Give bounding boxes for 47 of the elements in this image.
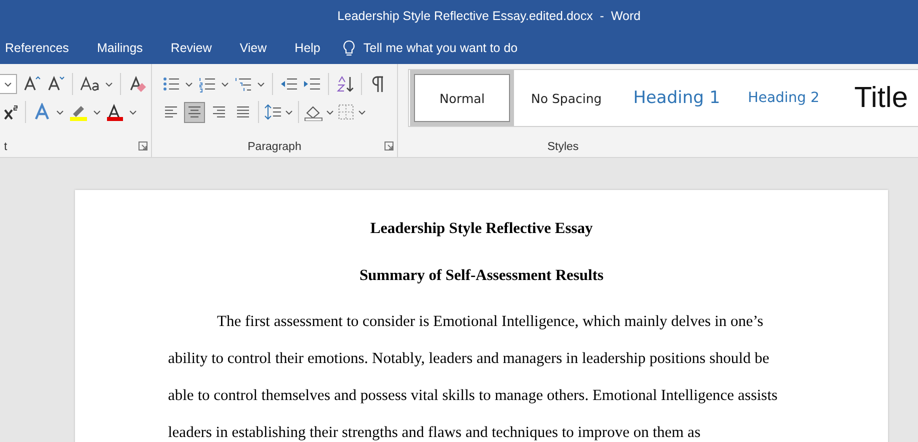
group-label: Styles bbox=[547, 141, 579, 153]
style-option[interactable]: Normal bbox=[410, 70, 514, 126]
line-spacing-icon[interactable] bbox=[264, 103, 282, 121]
font-color-icon[interactable] bbox=[106, 103, 124, 121]
dialog-launcher-icon[interactable] bbox=[138, 141, 148, 151]
ribbon-tab[interactable]: View bbox=[234, 32, 272, 64]
window-title: Leadership Style Reflective Essay.edited.docx - Word bbox=[337, 9, 641, 23]
ribbon-tab[interactable]: Mailings bbox=[92, 32, 148, 64]
superscript-icon[interactable] bbox=[3, 103, 18, 121]
section-heading: Summary of Self-Assessment Results bbox=[358, 267, 605, 285]
text-effects-icon[interactable] bbox=[33, 103, 51, 121]
change-case-icon[interactable] bbox=[80, 75, 100, 93]
caret-icon[interactable] bbox=[185, 80, 193, 88]
ribbon-tab[interactable]: References bbox=[0, 32, 74, 64]
style-option[interactable]: Heading 1 bbox=[618, 70, 735, 126]
clear-formatting-icon[interactable] bbox=[128, 75, 147, 93]
group-label: t bbox=[4, 141, 8, 153]
sort-icon[interactable] bbox=[336, 75, 354, 93]
caret-icon[interactable] bbox=[326, 108, 334, 116]
caret-icon[interactable] bbox=[93, 108, 101, 116]
highlighter-icon[interactable] bbox=[69, 103, 88, 121]
align-center-button[interactable] bbox=[184, 102, 205, 122]
font-size-dropdown[interactable] bbox=[0, 74, 17, 94]
multilevel-list-icon[interactable] bbox=[234, 75, 252, 93]
numbering-icon[interactable] bbox=[198, 75, 216, 93]
ribbon-tab[interactable]: Review bbox=[166, 32, 217, 64]
caret-icon[interactable] bbox=[129, 108, 137, 116]
caret-icon[interactable] bbox=[4, 80, 12, 88]
lightbulb-icon[interactable] bbox=[341, 40, 358, 56]
style-option[interactable]: Title bbox=[832, 70, 918, 126]
caret-icon[interactable] bbox=[105, 80, 113, 88]
group-label: Paragraph bbox=[248, 141, 302, 153]
style-option[interactable]: No Spacing bbox=[514, 70, 618, 126]
essay-title: Leadership Style Reflective Essay bbox=[369, 220, 594, 238]
caret-icon[interactable] bbox=[358, 108, 366, 116]
dialog-launcher-icon[interactable] bbox=[384, 141, 394, 151]
style-option[interactable]: Heading 2 bbox=[734, 70, 832, 126]
caret-icon[interactable] bbox=[56, 108, 64, 116]
ribbon-tab[interactable]: Help bbox=[290, 32, 326, 64]
grow-font-icon[interactable] bbox=[22, 75, 41, 93]
bullets-icon[interactable] bbox=[162, 75, 180, 93]
shrink-font-icon[interactable] bbox=[46, 75, 65, 93]
body-paragraph: The first assessment to consider is Emotional Intelligence, which mainly delves in one’s ability to control their emotions. Notably, leaders and managers in leadership positions should be able to control themselves and possess vital skills to manage others. Emotional Intelligence assists leaders in establishing their strengths and flaws and techniques to improve on them as bbox=[168, 312, 779, 442]
caret-icon[interactable] bbox=[221, 80, 229, 88]
caret-icon[interactable] bbox=[285, 108, 293, 116]
caret-icon[interactable] bbox=[257, 80, 265, 88]
tell-me-field[interactable]: Tell me what you want to do bbox=[363, 41, 564, 55]
